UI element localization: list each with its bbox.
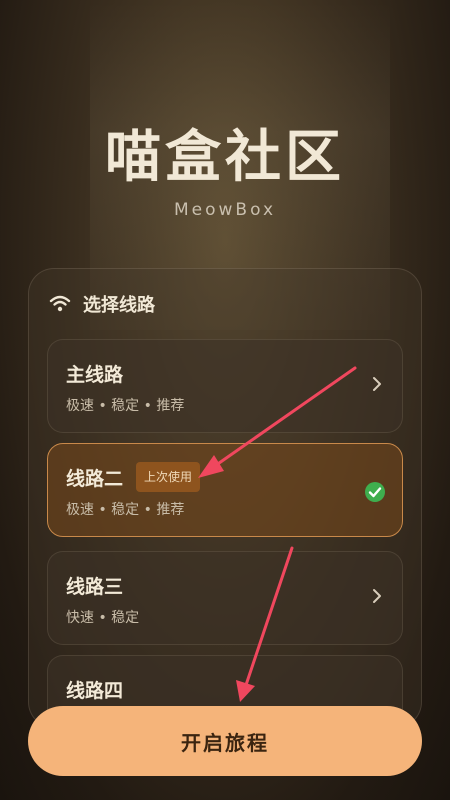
route-name: 线路四: [66, 680, 124, 702]
start-journey-button[interactable]: 开启旅程: [28, 706, 422, 776]
route-panel-title: 选择线路: [83, 295, 155, 316]
route-desc: 极速 • 稳定 • 推荐: [66, 502, 185, 518]
route-item-main[interactable]: 主线路 极速 • 稳定 • 推荐: [47, 339, 403, 433]
last-used-badge: 上次使用: [136, 462, 201, 492]
app-title: 喵盒社区: [105, 125, 345, 190]
route-desc: 极速 • 稳定 • 推荐: [66, 398, 185, 414]
chevron-right-icon: [373, 589, 381, 603]
route-panel: 选择线路 主线路 极速 • 稳定 • 推荐 线路二 上次使用 极速 • 稳定 •…: [28, 268, 422, 728]
route-name: 线路三: [66, 576, 124, 598]
route-panel-header: 选择线路: [49, 291, 155, 317]
chevron-right-icon: [373, 377, 381, 391]
route-item-2[interactable]: 线路二 上次使用 极速 • 稳定 • 推荐: [47, 443, 403, 537]
wifi-icon: [49, 295, 71, 312]
route-desc: 快速 • 稳定: [66, 610, 140, 626]
check-circle-icon: [365, 482, 385, 502]
route-item-3[interactable]: 线路三 快速 • 稳定: [47, 551, 403, 645]
app-subtitle: MeowBox: [173, 200, 277, 220]
route-name: 主线路: [66, 364, 124, 386]
route-name: 线路二: [66, 468, 124, 490]
